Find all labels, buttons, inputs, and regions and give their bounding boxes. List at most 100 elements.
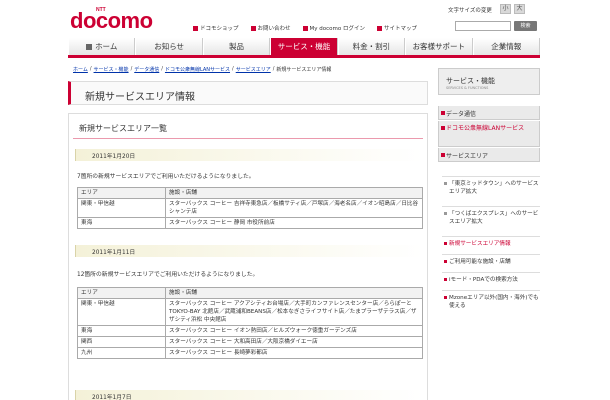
nav-item-services[interactable]: サービス・機能 [270, 38, 338, 55]
sidebar-item-available[interactable]: ご利用可能な施設・店舗 [442, 254, 540, 268]
breadcrumb-current: 新規サービスエリア情報 [276, 67, 332, 73]
logo-ntt-text: NTT [96, 7, 106, 13]
sidebar-category-label: データ通信 [446, 111, 477, 118]
date-text: 2011年1月7日 [92, 395, 132, 400]
nav-label: 製品 [229, 42, 245, 51]
table-row: 関西 スターバックス コーヒー 大和高田店／大阪京橋ダイエー店 [77, 336, 423, 348]
header: NTT docomo 文字サイズの変更 小 大 ドコモショップ お問い合わせ M… [0, 0, 610, 38]
util-link-mydocomo[interactable]: My docomo ログイン [302, 24, 365, 32]
table-cell-area: 東海 [77, 217, 166, 229]
breadcrumb-link[interactable]: サービスエリア [236, 66, 271, 73]
nav-item-news[interactable]: お知らせ [135, 38, 203, 55]
nav-item-support[interactable]: お客様サポート [405, 38, 473, 55]
breadcrumb: ホーム / サービス・機能 / データ通信 / ドコモ公衆無線LANサービス / サービ… [73, 66, 331, 73]
table-cell-stores: スターバックス コーヒー 長崎夢彩都店 [165, 347, 423, 359]
util-link-contact[interactable]: お問い合わせ [250, 24, 291, 32]
lock-icon [302, 25, 308, 31]
nav-item-pricing[interactable]: 料金・割引 [337, 38, 406, 55]
table-cell-area: 九州 [77, 347, 166, 359]
docomo-logo[interactable]: NTT docomo [70, 7, 153, 33]
page: NTT docomo 文字サイズの変更 小 大 ドコモショップ お問い合わせ M… [0, 0, 610, 400]
intro-text: 12箇所の新規サービスエリアでご利用いただけるようになりました。 [77, 272, 259, 278]
table-header-cell: エリア [77, 287, 166, 299]
table-header-row: エリア 施設・店舗 [77, 187, 423, 199]
breadcrumb-sep: / [232, 66, 234, 72]
nav-item-products[interactable]: 製品 [202, 38, 271, 55]
table-cell-stores: スターバックス コーヒー アクアシティお台場店／大手町カンファレンスセンター店／… [165, 298, 423, 326]
breadcrumb-link[interactable]: ドコモ公衆無線LANサービス [165, 66, 230, 73]
nav-item-home[interactable]: ホーム [68, 38, 136, 55]
page-title-box: 新規サービスエリア情報 [68, 81, 428, 105]
bullet-icon [444, 242, 447, 245]
arrow-icon [193, 25, 198, 31]
table-row: 東海 スターバックス コーヒー イオン熱田店／ヒルズウォーク徳重ガーデンズ店 [77, 325, 423, 337]
table-cell-area: 関東・甲信越 [77, 298, 166, 326]
logo-text: docomo [70, 8, 153, 33]
sidebar-category-label: ドコモ公衆無線LANサービス [446, 125, 525, 132]
page-title: 新規サービスエリア情報 [85, 92, 195, 103]
search-input[interactable] [455, 21, 511, 31]
table-cell-stores: スターバックス コーヒー 吉祥寺東急店／板橋サティ店／戸塚店／海老名店／イオン昭… [165, 198, 423, 218]
date-text: 2011年1月11日 [92, 250, 136, 256]
heading-divider [73, 138, 423, 139]
sidebar-subtitle: SERVICES & FUNCTIONS [446, 86, 489, 90]
util-link-label: サイトマップ [384, 26, 418, 32]
sidebar-item-midtown[interactable]: 「東京ミッドタウン」へのサービスエリア拡大 [442, 176, 540, 202]
sidebar-item-label: Mzoneエリア以外(国内・海外)でも使える [449, 295, 539, 309]
nav-label: ホーム [95, 42, 118, 51]
search-button[interactable]: 検索 [514, 21, 537, 31]
table-row: 九州 スターバックス コーヒー 長崎夢彩都店 [77, 347, 423, 359]
table-cell-area: 関西 [77, 336, 166, 348]
sidebar-item-label: 「つくばエクスプレス」へのサービスエリア拡大 [449, 211, 539, 225]
nav-label: 料金・割引 [352, 42, 391, 51]
breadcrumb-sep: / [89, 66, 92, 72]
sidebar: サービス・機能 SERVICES & FUNCTIONS データ通信 ドコモ公衆… [438, 68, 540, 400]
square-bullet-icon [441, 111, 445, 115]
table-header-cell: 施設・店舗 [165, 187, 423, 199]
nav-label: 企業情報 [491, 42, 522, 51]
sidebar-category-data[interactable]: データ通信 [438, 106, 540, 120]
table-cell-area: 関東・甲信越 [77, 198, 166, 218]
breadcrumb-sep: / [272, 66, 275, 72]
table-row: 関東・甲信越 スターバックス コーヒー アクアシティお台場店／大手町カンファレン… [77, 298, 423, 326]
date-bar: 2011年1月7日 [75, 390, 423, 400]
main-content: 新規サービスエリア一覧 2011年1月20日 7箇所の新規サービスエリアでご利用… [68, 113, 428, 400]
sidebar-item-imode-search[interactable]: iモード・PDAでの検索方法 [442, 272, 540, 286]
sidebar-item-label: iモード・PDAでの検索方法 [449, 277, 518, 283]
bullet-icon [444, 182, 447, 185]
home-icon [86, 43, 93, 50]
util-link-shop[interactable]: ドコモショップ [193, 24, 239, 32]
sidebar-item-label: 「東京ミッドタウン」へのサービスエリア拡大 [449, 181, 539, 195]
nav-label: お知らせ [154, 42, 185, 51]
font-size-label: 文字サイズの変更 [448, 8, 492, 14]
table-cell-area: 東海 [77, 325, 166, 337]
bullet-icon [444, 278, 447, 281]
sidebar-item-label: 新規サービスエリア情報 [449, 241, 511, 247]
nav-label: サービス・機能 [277, 42, 331, 51]
sidebar-item-tsukuba[interactable]: 「つくばエクスプレス」へのサービスエリア拡大 [442, 206, 540, 232]
square-bullet-icon [441, 153, 445, 157]
arrow-icon [250, 25, 256, 31]
date-bar: 2011年1月11日 [75, 245, 423, 257]
font-small-button[interactable]: 小 [500, 4, 511, 14]
breadcrumb-link[interactable]: サービス・機能 [94, 66, 129, 73]
sidebar-category-label: サービスエリア [446, 153, 489, 160]
sidebar-category-area[interactable]: サービスエリア [438, 148, 540, 162]
font-large-button[interactable]: 大 [514, 4, 525, 14]
util-link-label: お問い合わせ [257, 26, 291, 32]
util-link-sitemap[interactable]: サイトマップ [377, 24, 417, 32]
breadcrumb-sep: / [130, 66, 133, 72]
table-header-cell: 施設・店舗 [165, 287, 423, 299]
area-table: エリア 施設・店舗 関東・甲信越 スターバックス コーヒー アクアシティお台場店… [77, 287, 423, 359]
table-cell-stores: スターバックス コーヒー 大和高田店／大阪京橋ダイエー店 [165, 336, 423, 348]
breadcrumb-link[interactable]: ホーム [73, 66, 88, 73]
nav-item-corporate[interactable]: 企業情報 [472, 38, 540, 55]
table-row: 東海 スターバックス コーヒー 静岡 市役所前店 [77, 217, 423, 229]
sidebar-item-mzone[interactable]: Mzoneエリア以外(国内・海外)でも使える [442, 290, 540, 316]
nav-label: お客様サポート [412, 42, 466, 51]
sidebar-category-wifi[interactable]: ドコモ公衆無線LANサービス [438, 121, 540, 147]
sidebar-header: サービス・機能 SERVICES & FUNCTIONS [438, 68, 540, 95]
sidebar-title: サービス・機能 [446, 77, 495, 85]
sidebar-item-new-area[interactable]: 新規サービスエリア情報 [442, 236, 540, 250]
breadcrumb-link[interactable]: データ通信 [134, 66, 159, 73]
